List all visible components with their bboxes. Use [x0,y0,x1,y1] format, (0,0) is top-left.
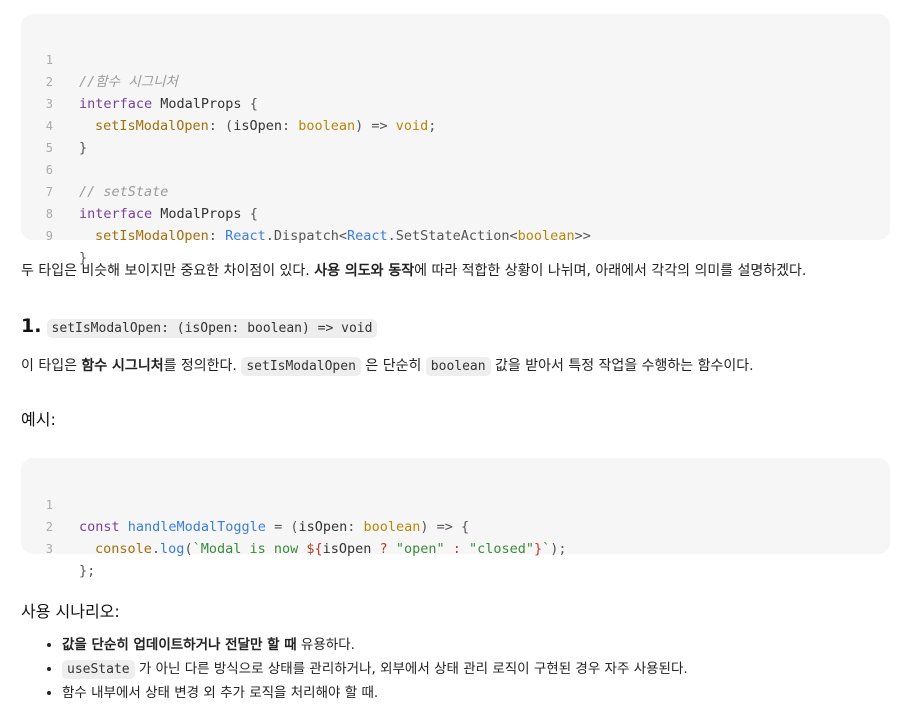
code-line: 2 console.log(`Modal is now ${isOpen ? "… [21,494,890,557]
line-number: 9 [45,229,53,243]
code-line: 3 }; [21,516,890,579]
code-line: 1 //함수 시그니처 [21,27,890,90]
code-type: boolean [517,228,575,244]
code-punctuation: ( [184,541,193,557]
code-line: 3 setIsModalOpen: (isOpen: boolean) => v… [21,71,890,134]
section-description: 이 타입은 함수 시그니처를 정의한다. setIsModalOpen 은 단순… [21,355,754,376]
code-line: 6 // setState [21,137,890,200]
list-item: useState 가 아닌 다른 방식으로 상태를 관리하거나, 외부에서 상태… [62,657,688,681]
code-property: setIsModalOpen [95,228,209,244]
code-arg: isOpen [322,541,372,557]
code-line: 5 [21,115,890,155]
bullet-text: 유용하다. [296,637,355,653]
code-namespace: React [346,228,388,244]
code-line: 9 } [21,203,890,266]
code-object: console [95,541,152,557]
code-line: 4 } [21,93,890,156]
code-line: 1 const handleModalToggle = (isOpen: boo… [21,472,890,535]
code-operator: ? [371,541,396,557]
desc-text: 이 타입은 [21,358,82,374]
intro-paragraph: 두 타입은 비슷해 보이지만 중요한 차이점이 있다. 사용 의도와 동작에 따… [21,260,806,280]
intro-text: 에 따라 적합한 상황이 나뉘며, 아래에서 각각의 의미를 설명하겠다. [414,263,807,279]
code-operator: : [444,541,469,557]
inline-code: boolean [425,357,491,376]
code-string: `Modal is now [192,541,307,557]
intro-text: 두 타입은 비슷해 보이지만 중요한 차이점이 있다. [21,263,315,279]
code-line: 7 interface ModalProps { [21,159,890,222]
list-item: 값을 단순히 업데이트하거나 전달만 할 때 유용하다. [62,633,688,657]
code-block-2: 1 const handleModalToggle = (isOpen: boo… [21,458,890,579]
inline-code: useState [62,660,135,679]
code-punctuation: ); [550,541,567,557]
desc-text: 값을 받아서 특정 작업을 수행하는 함수이다. [490,358,754,374]
section-heading: 1. setIsModalOpen: (isOpen: boolean) => … [21,315,378,338]
code-punctuation: : [208,228,226,244]
example-label: 예시: [21,410,56,429]
scenario-label: 사용 시나리오: [21,602,120,621]
section-heading-code: setIsModalOpen: (isOpen: boolean) => voi… [46,319,378,338]
code-punctuation: .SetStateAction< [387,228,518,244]
code-namespace: React [225,228,266,244]
inline-code: setIsModalOpen [241,357,361,376]
section-number: 1. [21,315,42,337]
desc-text: 를 정의한다. [163,358,242,374]
code-interp: } [534,541,543,557]
code-function: log [160,541,185,557]
code-punctuation: .Dispatch< [265,228,347,244]
bullet-bold: 값을 단순히 업데이트하거나 전달만 할 때 [62,637,297,653]
code-block-1: 1 //함수 시그니처 2 interface ModalProps { 3 s… [21,14,890,266]
code-line: 2 interface ModalProps { [21,49,890,112]
intro-bold: 사용 의도와 동작 [314,263,415,279]
code-punctuation: }; [79,563,96,579]
code-punctuation: >> [574,228,591,244]
bullet-text: 함수 내부에서 상태 변경 외 추가 로직을 처리해야 할 때. [62,685,379,701]
code-interp: ${ [306,541,323,557]
desc-text: 은 단순히 [360,358,426,374]
line-number: 3 [45,542,53,556]
code-string: "open" [395,541,445,557]
desc-bold: 함수 시그니처 [81,358,164,374]
code-line: 8 setIsModalOpen: React.Dispatch<React.S… [21,181,890,244]
scenario-list: 값을 단순히 업데이트하거나 전달만 할 때 유용하다. useState 가 … [40,633,688,705]
code-string: "closed" [468,541,535,557]
list-item: 함수 내부에서 상태 변경 외 추가 로직을 처리해야 할 때. [62,681,688,705]
bullet-text: 가 아닌 다른 방식으로 상태를 관리하거나, 외부에서 상태 관리 로직이 구… [134,661,688,677]
code-punctuation: . [151,541,161,557]
